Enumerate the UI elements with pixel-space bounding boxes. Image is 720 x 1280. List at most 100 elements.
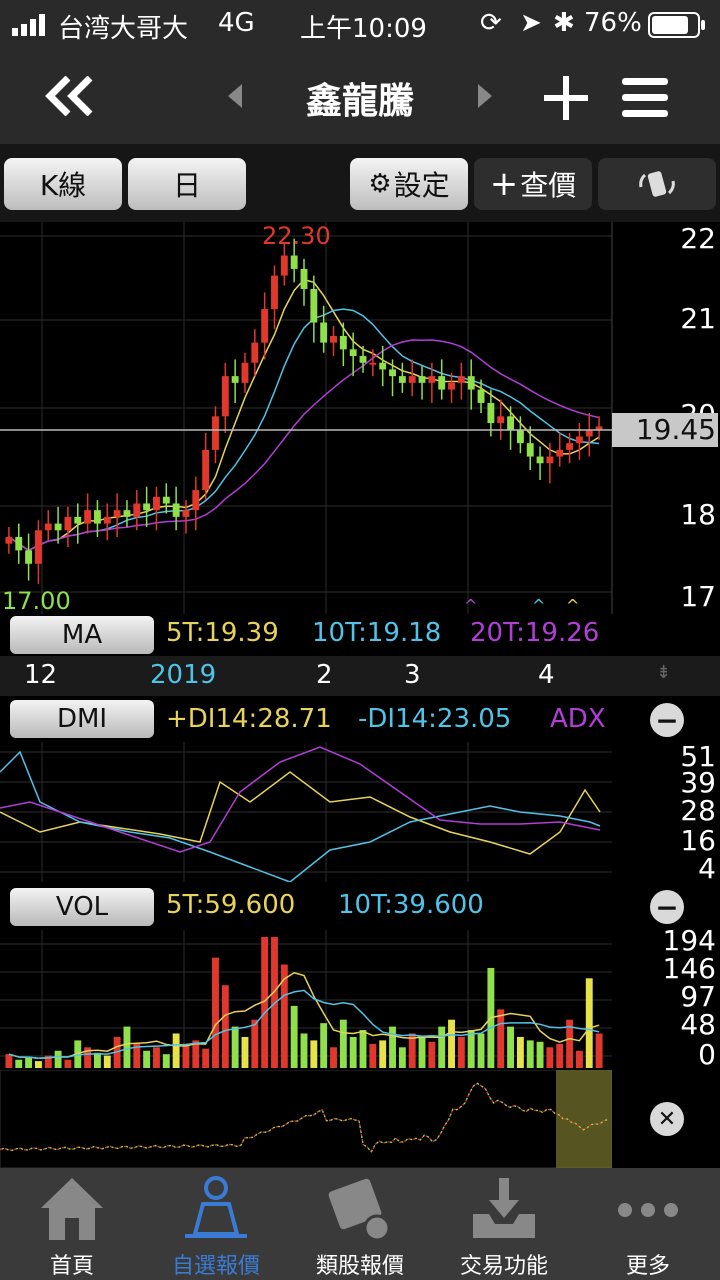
plus-di-legend: +DI14:28.71 [166, 704, 332, 734]
settings-button[interactable]: ⚙ 設定 [350, 158, 468, 210]
candle [212, 416, 219, 450]
kline-button[interactable]: K線 [4, 158, 122, 210]
candle [182, 510, 190, 517]
dmi-line [0, 750, 601, 882]
dmi-collapse-button[interactable]: − [650, 703, 684, 737]
volume-bar [457, 1036, 465, 1068]
volume-bar [349, 1036, 357, 1068]
candle [94, 510, 101, 524]
network-type: 4G [218, 8, 255, 38]
prev-triangle-icon[interactable] [228, 84, 244, 108]
candle [310, 289, 318, 323]
volume-bar [536, 1041, 544, 1068]
volume-bar [123, 1026, 131, 1068]
vol5-legend: 5T:59.600 [166, 890, 296, 920]
volume-bar [556, 1043, 564, 1068]
location-icon: ➤ [520, 8, 542, 38]
candle [507, 416, 514, 430]
tab-more[interactable]: 更多 [576, 1168, 720, 1280]
volume-bar [221, 985, 229, 1068]
volume-bar [516, 1036, 524, 1068]
candle [487, 402, 495, 424]
tab-home[interactable]: 首頁 [0, 1168, 144, 1280]
candle [54, 523, 62, 531]
candle [418, 376, 426, 383]
volume-bar [428, 1041, 436, 1068]
volume-bar [379, 1040, 387, 1068]
volume-bar [251, 1019, 259, 1068]
vol-tick: 48 [680, 1008, 716, 1041]
ma-indicator-button[interactable]: MA [10, 616, 154, 654]
volume-bar [526, 1040, 534, 1068]
tab-watchlist[interactable]: 自選報價 [144, 1168, 288, 1280]
chart-toolbar: K線 日 ⚙ 設定 + 查價 [0, 144, 720, 222]
minus-di-legend: -DI14:23.05 [358, 704, 512, 734]
gear-icon: ⚙ [368, 169, 392, 199]
volume-bar [290, 1005, 298, 1068]
tab-sector-quotes[interactable]: 類股報價 [288, 1168, 432, 1280]
overview-navigator[interactable] [0, 1070, 612, 1168]
volume-bar [369, 1043, 377, 1068]
volume-bar [359, 1030, 367, 1068]
candle [290, 255, 298, 269]
date-axis: 12 2019 2 3 4 ⇟ [0, 656, 720, 696]
next-triangle-icon[interactable] [476, 84, 492, 108]
settings-label: 設定 [393, 169, 450, 202]
rotate-screen-button[interactable] [598, 158, 716, 210]
plus-small-icon: + [489, 164, 519, 204]
date-tick: 2019 [150, 660, 217, 690]
expand-arrow-icon[interactable]: ⇟ [656, 662, 671, 683]
candle [84, 510, 92, 524]
candle [44, 523, 52, 531]
dmi-chart[interactable] [0, 742, 612, 882]
double-chevron-left-icon[interactable] [44, 76, 96, 116]
candle [143, 503, 151, 511]
candle [497, 416, 505, 424]
volume-bar [585, 978, 593, 1068]
candle [162, 496, 170, 504]
vol10-legend: 10T:39.600 [338, 890, 484, 920]
volume-bar [497, 1009, 505, 1068]
volume-bar [330, 1047, 337, 1068]
vol-collapse-button[interactable]: − [650, 890, 684, 924]
volume-bar [162, 1054, 170, 1068]
film-dollar-icon [328, 1178, 391, 1242]
bottom-tab-bar: 首頁 自選報價 類股報價 交易功能 更多 [0, 1168, 720, 1280]
ma10-legend: 10T:19.18 [312, 618, 442, 648]
carrier-name: 台湾大哥大 [58, 14, 189, 44]
volume-bar [595, 1033, 603, 1068]
candle [133, 503, 141, 517]
date-tick: 4 [538, 660, 555, 690]
candle [74, 516, 82, 524]
volume-bar [398, 1047, 406, 1068]
volume-chart[interactable] [0, 930, 612, 1070]
tab-label: 交易功能 [459, 1254, 548, 1279]
volume-bar [507, 1026, 514, 1068]
price-tick: 22 [680, 222, 716, 255]
volume-bar [575, 1050, 583, 1068]
plus-icon[interactable] [544, 76, 588, 120]
period-day-button[interactable]: 日 [128, 158, 246, 210]
candle [251, 342, 259, 363]
candle [192, 490, 200, 511]
bluetooth-icon: ✱ [553, 8, 575, 38]
volume-bar [172, 1033, 180, 1068]
vol-indicator-button[interactable]: VOL [10, 888, 154, 926]
candle [123, 510, 131, 517]
date-tick: 3 [404, 660, 421, 690]
volume-bar [143, 1050, 151, 1068]
close-overview-button[interactable]: ✕ [650, 1102, 684, 1136]
ma20-legend: 20T:19.26 [470, 618, 600, 648]
candle [566, 443, 574, 450]
signal-markers: ^ [464, 596, 478, 615]
quote-button[interactable]: + 查價 [474, 158, 592, 210]
candle [172, 503, 180, 517]
dmi-indicator-button[interactable]: DMI [10, 700, 154, 738]
candle [546, 456, 554, 464]
candle [467, 376, 475, 390]
tab-trading[interactable]: 交易功能 [432, 1168, 576, 1280]
orientation-lock-icon: ⟳ [480, 8, 502, 38]
hamburger-menu-icon[interactable] [622, 78, 668, 118]
tab-label: 更多 [625, 1254, 670, 1279]
dmi-line [0, 746, 601, 853]
